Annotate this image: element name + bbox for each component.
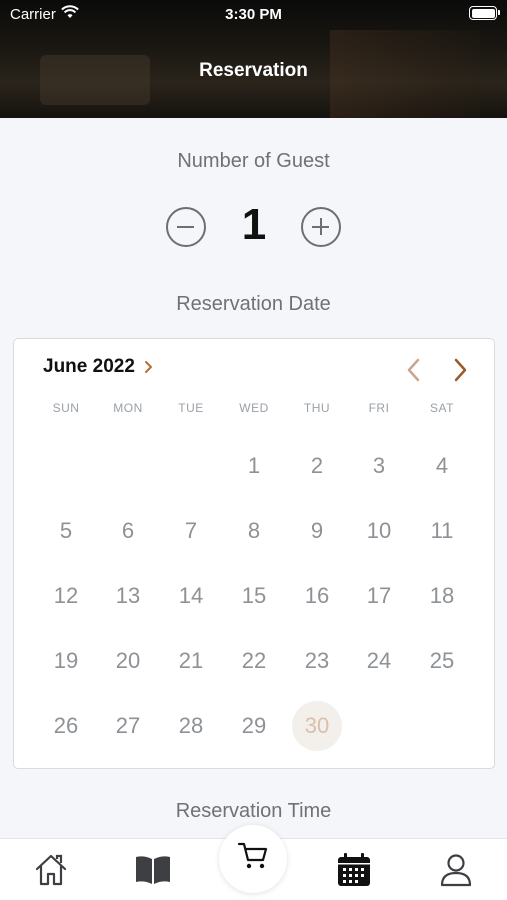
calendar-day[interactable]: 5: [35, 506, 97, 556]
home-icon: [35, 854, 67, 886]
weekday-label: SUN: [52, 401, 80, 415]
calendar-day[interactable]: 11: [411, 506, 473, 556]
weekday-label: SAT: [430, 401, 454, 415]
calendar-day[interactable]: 13: [97, 571, 159, 621]
calendar-day[interactable]: 4: [411, 441, 473, 491]
guests-label: Number of Guest: [177, 150, 330, 172]
page-title: Reservation: [199, 60, 308, 81]
next-month-button[interactable]: [448, 357, 472, 383]
calendar-day[interactable]: 18: [411, 571, 473, 621]
battery-icon: [469, 6, 500, 20]
calendar-day[interactable]: 19: [35, 636, 97, 686]
calendar-icon: [338, 853, 370, 886]
date-section-label: Reservation Date: [176, 293, 331, 315]
weekday-label: MON: [113, 401, 143, 415]
calendar-day[interactable]: 3: [348, 441, 410, 491]
tab-reservation[interactable]: [324, 839, 384, 900]
calendar-month-label[interactable]: June 2022: [43, 356, 135, 378]
calendar: June 2022 SUN MON TUE WED THU FRI SAT 1 …: [13, 338, 495, 769]
calendar-day[interactable]: 22: [223, 636, 285, 686]
calendar-day[interactable]: 28: [160, 701, 222, 751]
calendar-day[interactable]: 7: [160, 506, 222, 556]
weekday-label: WED: [239, 401, 269, 415]
user-icon: [440, 854, 472, 887]
tab-menu[interactable]: [121, 839, 181, 900]
calendar-day[interactable]: 21: [160, 636, 222, 686]
calendar-day[interactable]: 2: [286, 441, 348, 491]
previous-month-button[interactable]: [402, 357, 426, 383]
calendar-day[interactable]: 26: [35, 701, 97, 751]
calendar-day[interactable]: 9: [286, 506, 348, 556]
chevron-right-icon[interactable]: [141, 359, 157, 375]
tab-profile[interactable]: [426, 839, 486, 900]
calendar-day-selected[interactable]: 30: [286, 701, 348, 751]
calendar-day[interactable]: 17: [348, 571, 410, 621]
calendar-day[interactable]: 12: [35, 571, 97, 621]
weekday-label: THU: [303, 401, 331, 415]
calendar-day[interactable]: 1: [223, 441, 285, 491]
status-bar: Carrier 3:30 PM: [0, 0, 507, 30]
weekday-label: FRI: [368, 401, 390, 415]
cart-icon: [237, 842, 268, 869]
clock: 3:30 PM: [225, 6, 282, 23]
tab-home[interactable]: [21, 839, 81, 900]
calendar-day[interactable]: 15: [223, 571, 285, 621]
increment-guests-button[interactable]: [301, 207, 341, 247]
calendar-day[interactable]: 10: [348, 506, 410, 556]
calendar-day[interactable]: 27: [97, 701, 159, 751]
weekday-label: TUE: [178, 401, 204, 415]
book-icon: [136, 856, 170, 884]
header: Carrier 3:30 PM Reservation: [0, 0, 507, 118]
calendar-day[interactable]: 6: [97, 506, 159, 556]
calendar-day[interactable]: 20: [97, 636, 159, 686]
calendar-day[interactable]: 24: [348, 636, 410, 686]
guest-count: 1: [241, 200, 267, 249]
minus-icon: [177, 225, 194, 228]
calendar-day[interactable]: 8: [223, 506, 285, 556]
cart-button[interactable]: [219, 825, 287, 893]
calendar-day[interactable]: 25: [411, 636, 473, 686]
calendar-day[interactable]: 29: [223, 701, 285, 751]
calendar-day[interactable]: 23: [286, 636, 348, 686]
decrement-guests-button[interactable]: [166, 207, 206, 247]
calendar-day[interactable]: 16: [286, 571, 348, 621]
calendar-day[interactable]: 14: [160, 571, 222, 621]
time-section-label: Reservation Time: [175, 800, 332, 822]
